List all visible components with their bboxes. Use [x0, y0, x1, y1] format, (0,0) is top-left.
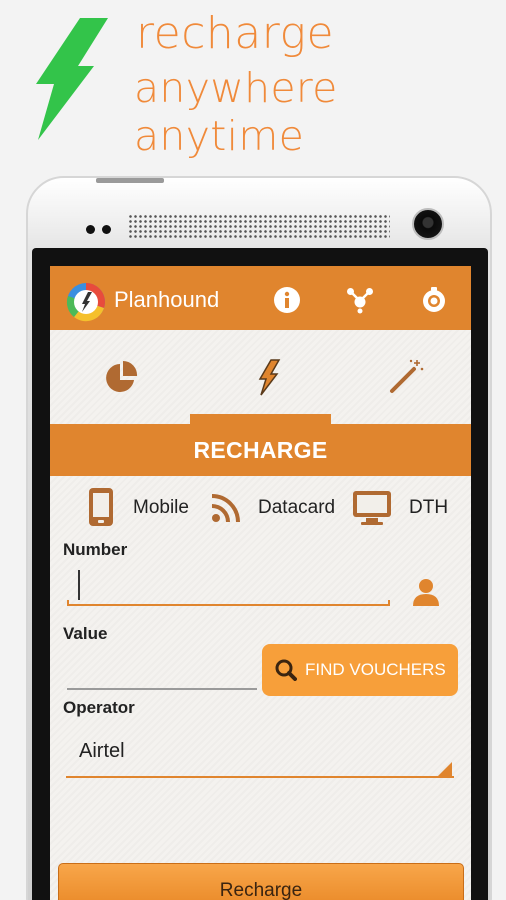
operator-select-underline	[66, 776, 454, 778]
find-vouchers-button[interactable]: FIND VOUCHERS	[262, 644, 458, 696]
find-vouchers-label: FIND VOUCHERS	[305, 660, 446, 679]
type-mobile-label[interactable]: Mobile	[133, 497, 189, 519]
recharge-button-label: Recharge	[219, 880, 303, 900]
operator-select[interactable]: Airtel	[64, 726, 456, 778]
dropdown-arrow-icon	[438, 762, 452, 776]
info-icon[interactable]	[273, 286, 301, 314]
phone-sensor	[102, 225, 111, 234]
phone-sensor	[86, 225, 95, 234]
tab-bar	[50, 330, 471, 416]
app-title: Planhound	[114, 287, 220, 312]
group-share-icon[interactable]	[346, 286, 374, 314]
lightning-icon[interactable]	[249, 357, 289, 397]
mobile-icon[interactable]	[88, 487, 114, 527]
value-input-underline	[67, 688, 257, 690]
operator-selected-value: Airtel	[79, 740, 125, 762]
lightning-bolt-icon	[36, 18, 108, 140]
text-cursor	[78, 570, 80, 600]
contact-picker-icon[interactable]	[410, 576, 442, 608]
search-icon	[275, 659, 297, 681]
section-title: RECHARGE	[193, 437, 328, 463]
type-datacard-label[interactable]: Datacard	[258, 497, 335, 519]
recharge-button[interactable]: Recharge	[58, 863, 464, 900]
promo-subheadline: anywhere anytime	[134, 64, 338, 160]
rss-icon[interactable]	[210, 492, 242, 524]
number-input[interactable]	[68, 566, 388, 604]
promo-headline: recharge	[136, 8, 335, 59]
phone-power-button	[96, 178, 164, 183]
value-input[interactable]	[68, 652, 256, 688]
phone-speaker-grille	[128, 214, 390, 238]
value-label: Value	[63, 624, 108, 643]
type-dth-label[interactable]: DTH	[409, 497, 448, 519]
app-logo-icon	[66, 283, 105, 322]
number-label: Number	[63, 540, 128, 559]
phone-camera	[412, 208, 444, 240]
number-input-underline	[67, 600, 390, 606]
recharge-type-selector: Mobile Datacard DTH	[50, 484, 471, 534]
magic-wand-icon[interactable]	[386, 357, 426, 397]
app-screen: Planhound RECHARGE Mobile Datacard DTH N…	[50, 266, 471, 900]
app-bar: Planhound	[50, 266, 471, 330]
settings-icon[interactable]	[420, 286, 448, 314]
pie-chart-icon[interactable]	[102, 358, 142, 398]
operator-label: Operator	[63, 698, 135, 717]
monitor-icon[interactable]	[352, 490, 392, 526]
